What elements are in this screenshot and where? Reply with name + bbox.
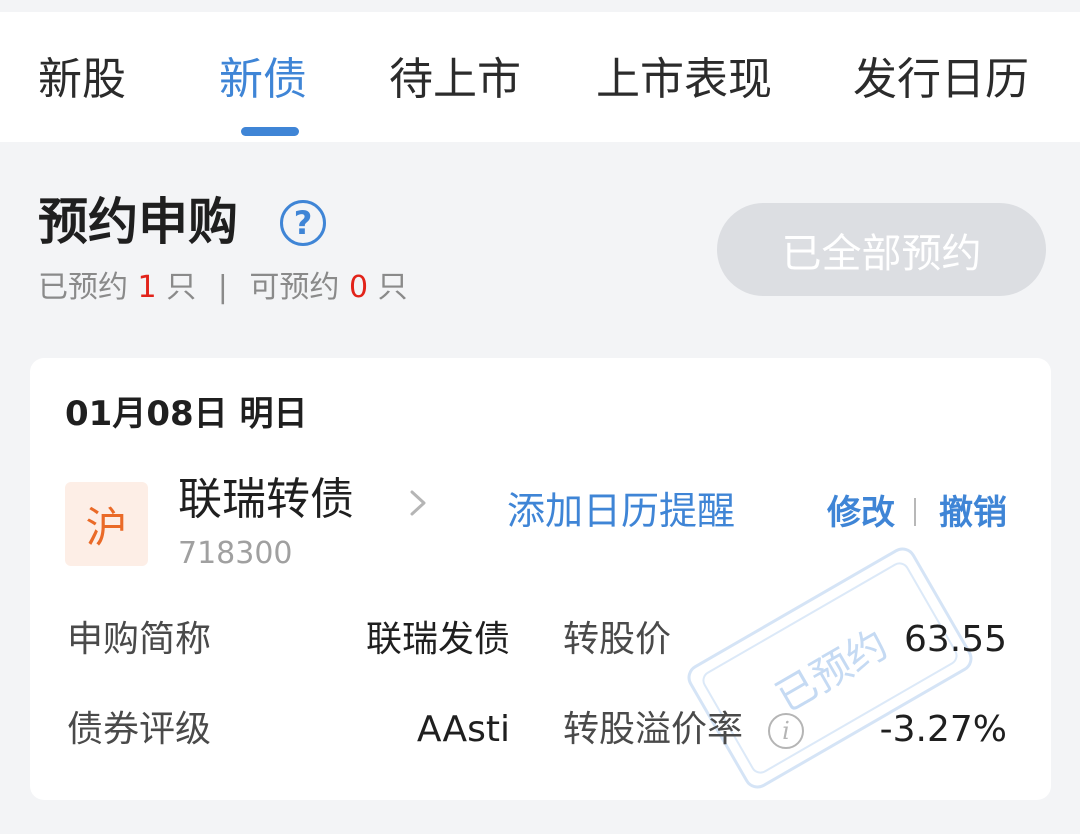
tab-new-stocks[interactable]: 新股 (38, 52, 126, 108)
bond-code: 718300 (178, 536, 293, 571)
reserved-count: 1 (137, 270, 157, 305)
reserved-label: 已预约 (38, 270, 128, 305)
action-divider (914, 498, 916, 526)
help-circle-icon[interactable]: ? (280, 200, 326, 246)
bond-rating-label: 债券评级 (67, 709, 212, 750)
tab-new-bonds[interactable]: 新债 (219, 52, 307, 108)
subscription-date: 01月08日 明日 (65, 394, 308, 434)
market-badge: 沪 (65, 482, 148, 566)
premium-rate-label: 转股溢价率 (563, 709, 744, 750)
available-label: 可预约 (249, 270, 340, 305)
summary-separator: | (217, 270, 228, 305)
conversion-price-value: 63.55 (903, 619, 1007, 660)
modify-button[interactable]: 修改 (827, 491, 895, 535)
reserved-unit: 只 (166, 270, 197, 305)
tab-issue-calendar[interactable]: 发行日历 (853, 52, 1029, 108)
info-icon[interactable]: i (768, 713, 804, 749)
section-title: 预约申购 (38, 193, 238, 251)
reserved-stamp: 已预约 (682, 542, 978, 794)
bond-name[interactable]: 联瑞转债 (178, 472, 354, 528)
conversion-price-label: 转股价 (563, 619, 672, 660)
chevron-right-icon[interactable] (402, 488, 432, 518)
reserve-all-button[interactable]: 已全部预约 (717, 203, 1046, 296)
add-calendar-reminder-link[interactable]: 添加日历提醒 (507, 486, 735, 536)
bond-rating-value: AAsti (416, 709, 510, 750)
cancel-button[interactable]: 撤销 (939, 491, 1007, 535)
tab-listing-performance[interactable]: 上市表现 (596, 52, 772, 108)
active-tab-indicator (241, 127, 299, 136)
subscribe-abbr-label: 申购简称 (67, 619, 212, 660)
tab-bar: 新股 新债 待上市 上市表现 发行日历 (0, 12, 1080, 142)
reservation-summary: 已预约 1 只 | 可预约 0 只 (38, 268, 408, 308)
available-unit: 只 (377, 270, 408, 305)
premium-rate-value: -3.27% (879, 709, 1007, 750)
subscribe-abbr-value: 联瑞发债 (365, 619, 510, 660)
tab-pending-listing[interactable]: 待上市 (389, 52, 521, 108)
available-count: 0 (348, 270, 369, 305)
bond-card: 01月08日 明日 沪 联瑞转债 718300 添加日历提醒 修改 撤销 已预约… (30, 358, 1051, 800)
